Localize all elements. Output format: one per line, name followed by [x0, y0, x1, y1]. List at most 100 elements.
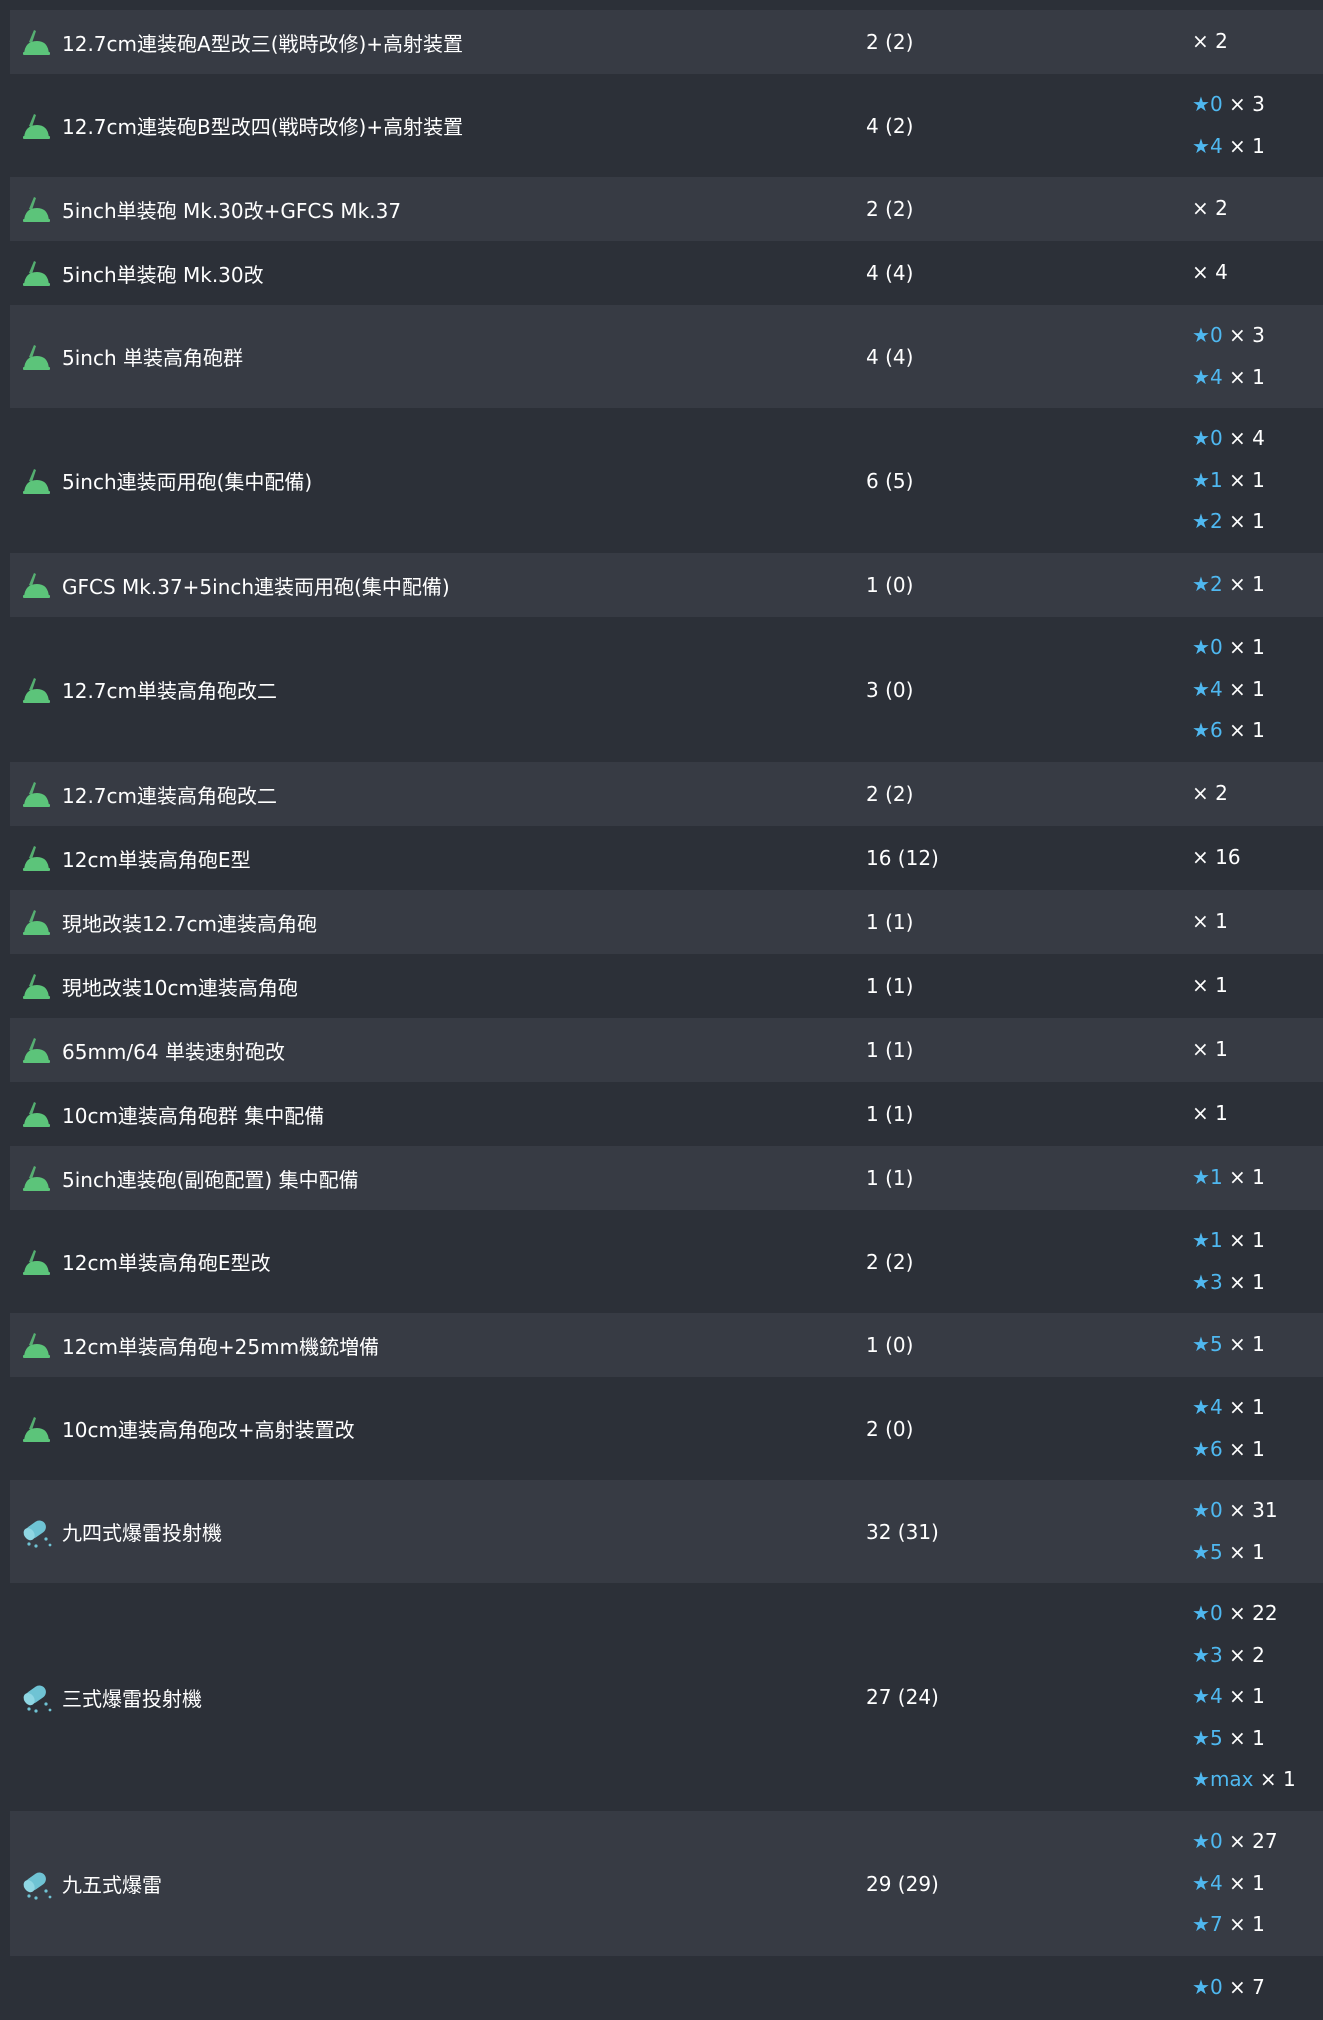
star-icon: ★: [1192, 323, 1210, 347]
improvement-quantity: × 4: [1192, 260, 1228, 285]
improvement-line: ★0 × 4: [1192, 418, 1323, 460]
improvement-quantity: × 1: [1229, 1725, 1265, 1750]
table-row: 現地改装12.7cm連装高角砲 1 (1) × 1: [10, 890, 1323, 954]
equipment-name: 5inch連装両用砲(集中配備): [62, 470, 313, 494]
equipment-name: 三式爆雷投射機: [62, 1686, 202, 1711]
equipment-count: 4 (2): [866, 113, 914, 138]
equipment-name: 65mm/64 単装速射砲改: [62, 1039, 285, 1064]
improvement-level: 0: [1209, 1829, 1223, 1854]
star-icon: ★: [1192, 1684, 1210, 1709]
improvement-quantity: × 2: [1192, 196, 1228, 221]
improvement-breakdown: × 4: [1192, 252, 1323, 294]
equipment-count: 2 (2): [866, 1249, 914, 1274]
improvement-quantity: × 1: [1229, 1436, 1265, 1461]
depth-charge-projector-icon: [19, 1867, 53, 1901]
equipment-name: 12cm単装高角砲E型改: [62, 1251, 271, 1275]
improvement-level: 3: [1209, 1269, 1223, 1294]
improvement-line: ★3 × 1: [1192, 1262, 1323, 1304]
equipment-name: 現地改装12.7cm連装高角砲: [62, 911, 318, 936]
improvement-line: ★2 × 1: [1192, 501, 1323, 543]
improvement-breakdown: × 2: [1192, 773, 1323, 815]
improvement-level: 6: [1209, 718, 1223, 743]
improvement-breakdown: × 1: [1192, 901, 1323, 943]
gun-icon: [20, 971, 52, 1001]
improvement-breakdown: × 1: [1192, 1029, 1323, 1071]
improvement-quantity: × 1: [1229, 572, 1265, 597]
row-icon-cell: [10, 27, 62, 57]
improvement-quantity: × 1: [1229, 1870, 1265, 1895]
improvement-quantity: × 2: [1192, 781, 1228, 806]
improvement-line: ★6 × 1: [1192, 710, 1323, 752]
improvement-breakdown: ★0 × 31 ★5 × 1: [1192, 1490, 1323, 1573]
table-row: 12cm単装高角砲E型 16 (12) × 16: [10, 826, 1323, 890]
equipment-count: 4 (4): [866, 261, 914, 285]
improvement-level: 6: [1209, 1436, 1223, 1461]
improvement-line: × 2: [1192, 773, 1323, 815]
equipment-name: 12cm単装高角砲E型: [62, 847, 251, 872]
table-row: 九五式爆雷 29 (29) ★0 × 27 ★4 × 1 ★7 × 1: [10, 1811, 1323, 1956]
improvement-quantity: × 1: [1229, 718, 1265, 743]
equipment-count: 32 (31): [866, 1519, 939, 1544]
row-icon-cell: [10, 1330, 62, 1360]
star-icon: ★: [1192, 1436, 1210, 1461]
row-icon-cell: [10, 194, 62, 224]
improvement-level: 5: [1209, 1725, 1223, 1750]
equipment-name: 12cm単装高角砲+25mm機銃増備: [62, 1334, 380, 1359]
improvement-breakdown: ★0 × 22 ★3 × 2 ★4 × 1 ★5 × 1 ★max × 1: [1192, 1593, 1323, 1801]
table-row: 12.7cm単装高角砲改二 3 (0) ★0 × 1 ★4 × 1 ★6 × 1: [10, 617, 1323, 762]
improvement-line: × 16: [1192, 837, 1323, 879]
depth-charge-projector-icon: [19, 1515, 53, 1549]
improvement-line: ★2 × 1: [1192, 564, 1323, 606]
improvement-level: 2: [1209, 509, 1223, 534]
improvement-quantity: × 16: [1192, 845, 1241, 870]
improvement-line: ★1 × 1: [1192, 1220, 1323, 1262]
star-icon: ★: [1192, 92, 1210, 116]
table-row: 三式爆雷投射機 27 (24) ★0 × 22 ★3 × 2 ★4 × 1 ★5 × 1 ★…: [10, 1583, 1323, 1811]
star-icon: ★: [1192, 1975, 1210, 2000]
star-icon: ★: [1192, 1767, 1210, 1792]
gun-icon: [20, 466, 52, 496]
improvement-level: 4: [1209, 1870, 1223, 1895]
improvement-level: max: [1209, 1767, 1254, 1792]
gun-icon: [20, 779, 52, 809]
improvement-quantity: × 1: [1229, 467, 1265, 492]
gun-icon: [20, 1330, 52, 1360]
row-icon-cell: [10, 907, 62, 937]
table-row: 12cm単装高角砲E型改 2 (2) ★1 × 1 ★3 × 1: [10, 1210, 1323, 1313]
star-icon: ★: [1192, 1725, 1210, 1750]
star-icon: ★: [1192, 676, 1210, 701]
improvement-quantity: × 4: [1229, 426, 1265, 451]
improvement-level: 4: [1209, 676, 1223, 701]
improvement-level: 0: [1209, 1975, 1223, 2000]
improvement-breakdown: ★1 × 1: [1192, 1157, 1323, 1199]
equipment-count: 1 (1): [866, 1166, 914, 1190]
equipment-count: 2 (2): [866, 782, 914, 806]
table-row: 5inch単装砲 Mk.30改+GFCS Mk.37 2 (2) × 2: [10, 177, 1323, 241]
equipment-name: 10cm連装高角砲改+高射装置改: [62, 1418, 355, 1442]
row-icon-cell: [10, 342, 62, 372]
improvement-breakdown: ★0 × 3 ★4 × 1: [1192, 84, 1323, 167]
improvement-level: 5: [1209, 1539, 1223, 1564]
table-row: ★0 × 7: [10, 1956, 1323, 2020]
improvement-quantity: × 1: [1229, 635, 1265, 660]
improvement-quantity: × 1: [1229, 676, 1265, 701]
star-icon: ★: [1192, 1912, 1210, 1937]
equipment-count: 29 (29): [866, 1871, 939, 1896]
equipment-count: 27 (24): [866, 1685, 939, 1709]
gun-icon: [20, 1414, 52, 1444]
row-icon-cell: [10, 258, 62, 288]
row-icon-cell: [10, 1515, 62, 1549]
improvement-level: 1: [1209, 1228, 1223, 1252]
equipment-count: 1 (0): [866, 573, 914, 597]
improvement-line: × 2: [1192, 188, 1323, 230]
depth-charge-projector-icon: [19, 1680, 53, 1714]
improvement-breakdown: × 1: [1192, 1093, 1323, 1135]
improvement-line: × 1: [1192, 901, 1323, 943]
improvement-level: 4: [1209, 133, 1223, 158]
star-icon: ★: [1192, 364, 1210, 389]
row-icon-cell: [10, 843, 62, 873]
improvement-quantity: × 1: [1229, 133, 1265, 158]
star-icon: ★: [1192, 1498, 1210, 1522]
improvement-level: 0: [1209, 1498, 1223, 1522]
improvement-level: 2: [1209, 572, 1223, 597]
